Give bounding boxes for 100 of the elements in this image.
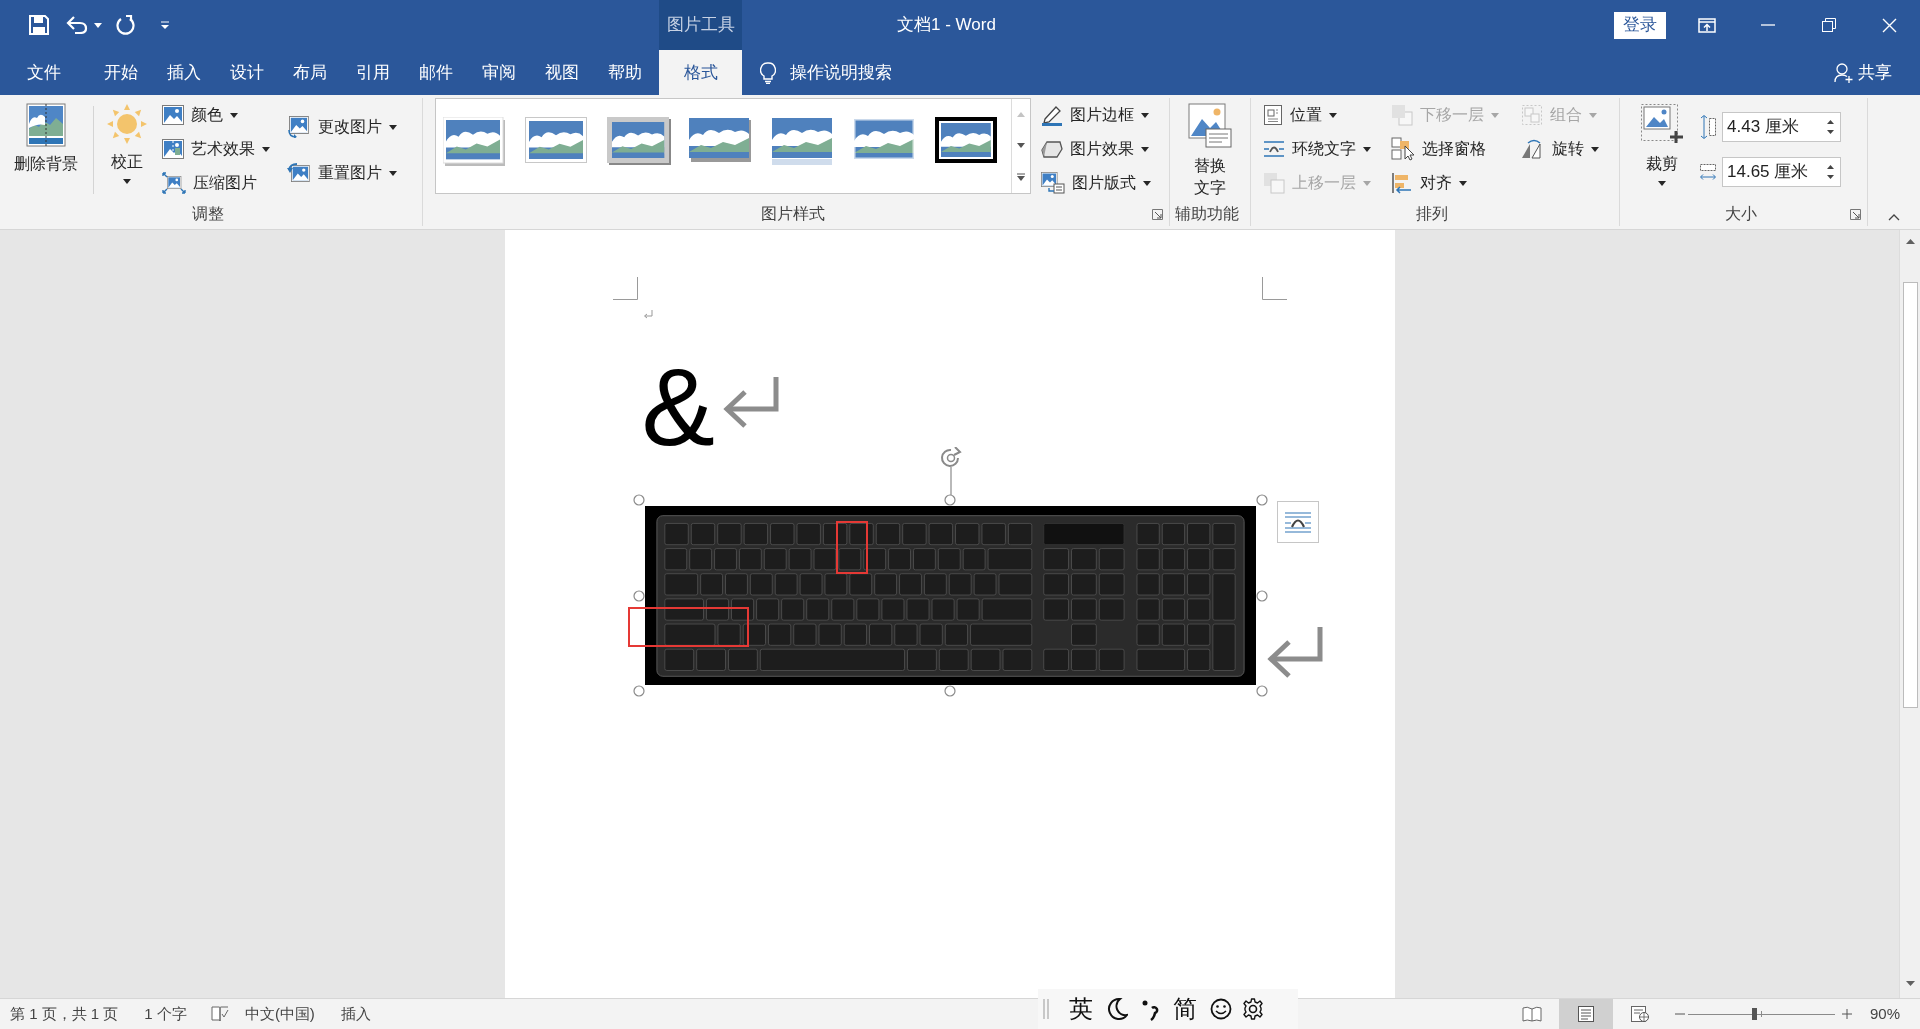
ribbon-tab[interactable]: 视图	[530, 50, 593, 95]
settings-icon[interactable]	[1242, 998, 1264, 1020]
caret-icon	[230, 112, 238, 118]
ribbon-tab[interactable]: 邮件	[404, 50, 467, 95]
drag-handle-icon[interactable]	[1043, 999, 1049, 1019]
ribbon-button[interactable]: 旋转	[1517, 132, 1603, 166]
book-check-icon[interactable]	[210, 1006, 229, 1022]
zoom-slider-thumb[interactable]	[1751, 1008, 1757, 1020]
undo-button[interactable]	[66, 16, 102, 34]
width-field[interactable]: 14.65 厘米	[1722, 157, 1841, 187]
caret-icon	[1591, 146, 1599, 152]
ribbon-button[interactable]: 图片版式	[1037, 166, 1155, 200]
ribbon-button[interactable]: 位置	[1259, 98, 1387, 132]
ribbon-button[interactable]: 更改图片	[283, 110, 401, 144]
collapse-ribbon-icon[interactable]	[1888, 214, 1900, 221]
picture-icon	[162, 105, 184, 125]
ribbon-button[interactable]: 选择窗格	[1387, 132, 1517, 166]
save-button[interactable]	[29, 15, 49, 35]
caret-icon	[1459, 180, 1467, 186]
ribbon-button[interactable]: 裁剪	[1635, 98, 1689, 202]
landscape-picture-icon	[443, 117, 507, 167]
landscape-picture-icon	[607, 117, 671, 167]
resize-handle[interactable]	[944, 494, 956, 506]
ribbon-tab[interactable]: 布局	[278, 50, 341, 95]
layout-options-button[interactable]	[1276, 501, 1319, 543]
ribbon-tab[interactable]: 开始	[89, 50, 152, 95]
ribbon-button[interactable]: 艺术效果	[158, 132, 283, 166]
resize-handle[interactable]	[1255, 494, 1268, 506]
ribbon-tab[interactable]: 引用	[341, 50, 404, 95]
moon-icon[interactable]	[1106, 997, 1128, 1021]
ribbon-button[interactable]: 重置图片	[283, 156, 401, 190]
caret-icon	[1589, 112, 1597, 118]
undo-icon	[66, 16, 88, 34]
ribbon-tab[interactable]: 帮助	[593, 50, 656, 95]
view-mode-button[interactable]	[1558, 999, 1613, 1029]
caret-icon	[1658, 181, 1666, 186]
ribbon-button[interactable]: 图片边框	[1037, 98, 1155, 132]
spinner-icon	[1827, 120, 1834, 134]
ribbon-button[interactable]: 校正	[101, 98, 153, 202]
picture-arrows-icon	[287, 116, 311, 138]
ribbon-button[interactable]: 压缩图片	[158, 166, 283, 200]
contextual-tab-header: 图片工具	[659, 0, 742, 50]
smiley-icon[interactable]	[1210, 998, 1232, 1020]
tell-me-search[interactable]: 操作说明搜索	[760, 50, 892, 95]
plus-icon[interactable]	[1841, 1009, 1852, 1019]
resize-handle[interactable]	[944, 685, 956, 697]
ribbon-tab[interactable]: 插入	[152, 50, 215, 95]
dialog-launcher-icon[interactable]	[1152, 208, 1163, 220]
caret-icon	[1017, 143, 1025, 148]
rounded-shape-icon	[1041, 139, 1063, 159]
input-mode-status[interactable]: 插入	[340, 1002, 371, 1026]
ribbon-button[interactable]: 环绕文字	[1259, 132, 1387, 166]
align-icon	[1391, 172, 1413, 194]
language-status[interactable]: 中文(中国)	[244, 1002, 315, 1026]
document-text: &	[641, 357, 715, 457]
zoom-slider[interactable]	[1687, 1007, 1835, 1021]
caret-icon	[1363, 146, 1371, 152]
dialog-launcher-icon[interactable]	[1850, 208, 1861, 220]
ribbon-tab[interactable]: 设计	[215, 50, 278, 95]
share-button[interactable]: 共享	[1834, 50, 1892, 95]
resize-handle[interactable]	[632, 685, 645, 697]
ribbon-button[interactable]: 删除背景	[7, 98, 85, 202]
page-count[interactable]: 第 1 页，共 1 页	[10, 1002, 119, 1026]
word-count[interactable]: 1 个字	[144, 1002, 187, 1026]
ime-script-button[interactable]: 简	[1173, 997, 1197, 1021]
scrollbar-thumb[interactable]	[1902, 282, 1918, 708]
ribbon-button[interactable]: 颜色	[158, 98, 283, 132]
lightbulb-icon	[760, 61, 776, 84]
ribbon-button[interactable]: 替换文字	[1187, 98, 1233, 202]
layers-icon	[1263, 172, 1285, 194]
redo-button[interactable]	[116, 15, 136, 35]
minimize-icon	[1760, 24, 1775, 26]
group-label: 图片样式	[761, 204, 825, 224]
height-field[interactable]: 4.43 厘米	[1722, 112, 1841, 142]
caret-icon	[1363, 180, 1371, 186]
corner-mark-icon	[612, 277, 638, 300]
ribbon-tab[interactable]: 文件	[10, 50, 78, 95]
corner-mark-icon	[1261, 277, 1287, 300]
caret-icon	[1141, 146, 1149, 152]
resize-handle[interactable]	[1255, 685, 1268, 697]
ime-mode-button[interactable]: 英	[1069, 997, 1093, 1021]
zoom-level[interactable]: 90%	[1869, 1002, 1900, 1026]
wrap-lines-icon	[1263, 139, 1285, 159]
sign-in-button[interactable]: 登录	[1614, 11, 1666, 39]
resize-handle[interactable]	[1255, 589, 1268, 602]
vertical-scrollbar[interactable]	[1899, 230, 1920, 998]
caret-icon[interactable]	[1905, 981, 1915, 986]
customize-toolbar-button[interactable]	[160, 20, 170, 30]
window-title: 文档1 - Word	[897, 14, 996, 37]
restore-icon	[1821, 18, 1836, 32]
ribbon-button[interactable]: 图片效果	[1037, 132, 1155, 166]
caret-icon	[1329, 112, 1337, 118]
remove-background-icon	[26, 103, 66, 147]
layers-icon	[1391, 104, 1413, 126]
ribbon-button[interactable]: 对齐	[1387, 166, 1517, 200]
ribbon-tab[interactable]: 审阅	[467, 50, 530, 95]
resize-handle[interactable]	[632, 494, 645, 506]
ribbon-tab[interactable]: 格式	[659, 50, 742, 95]
resize-handle[interactable]	[632, 589, 645, 602]
caret-up-icon[interactable]	[1905, 239, 1915, 244]
